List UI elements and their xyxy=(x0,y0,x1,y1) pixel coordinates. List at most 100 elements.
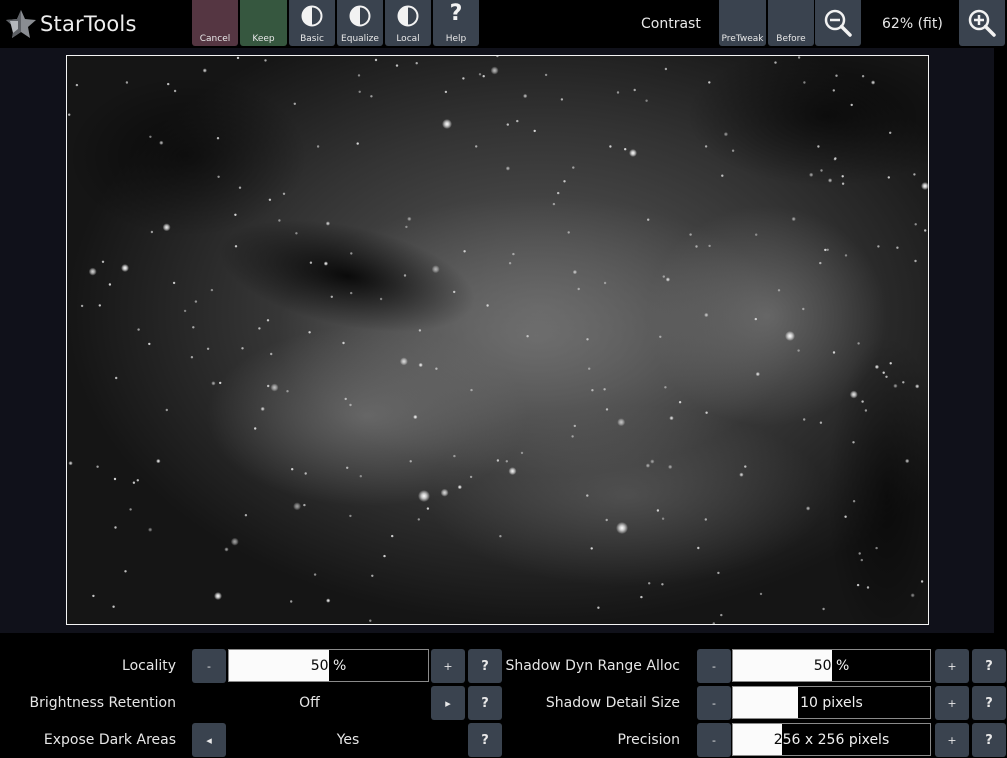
star xyxy=(417,518,420,521)
pretweak-button[interactable]: PreTweak xyxy=(719,0,766,46)
star xyxy=(661,583,664,586)
star xyxy=(844,254,848,257)
shadow-detail-size-decrease-button[interactable]: - xyxy=(697,686,731,720)
shadow-dyn-range-slider[interactable]: 50 % xyxy=(732,649,931,682)
star xyxy=(832,351,836,354)
star xyxy=(413,414,418,420)
star xyxy=(645,99,648,102)
brightness-retention-next-button[interactable]: ▸ xyxy=(431,686,465,720)
star xyxy=(885,375,888,378)
star xyxy=(759,592,763,596)
star xyxy=(882,371,885,374)
locality-help-button[interactable]: ? xyxy=(468,649,502,683)
star xyxy=(516,119,519,123)
shadow-dyn-range-increase-button[interactable]: + xyxy=(935,649,969,683)
cancel-button[interactable]: Cancel xyxy=(192,0,238,46)
brightness-retention-value: Off xyxy=(299,695,320,711)
star xyxy=(499,535,502,538)
star xyxy=(96,465,99,468)
star xyxy=(508,467,517,476)
precision-increase-button[interactable]: + xyxy=(935,723,969,757)
expose-dark-areas-prev-button[interactable]: ◂ xyxy=(192,723,226,757)
star xyxy=(824,248,827,252)
zoom-in-button[interactable] xyxy=(959,0,1005,46)
star xyxy=(508,262,512,265)
star xyxy=(463,250,466,253)
expose-dark-areas-help-button[interactable]: ? xyxy=(468,723,502,757)
star xyxy=(162,223,171,232)
star xyxy=(444,90,448,94)
star xyxy=(721,174,724,177)
star xyxy=(270,352,273,356)
keep-button[interactable]: Keep xyxy=(240,0,287,46)
precision-help-button[interactable]: ? xyxy=(972,723,1006,757)
brightness-retention-label: Brightness Retention xyxy=(29,695,176,711)
plus-icon: + xyxy=(443,659,453,673)
star xyxy=(190,356,194,359)
star xyxy=(609,145,612,148)
arrow-right-icon: ▸ xyxy=(445,696,451,710)
nebula-image[interactable] xyxy=(66,55,929,625)
local-button[interactable]: Local xyxy=(385,0,431,46)
star xyxy=(877,245,880,248)
star xyxy=(403,274,407,277)
star xyxy=(308,331,311,334)
basic-button[interactable]: Basic xyxy=(289,0,335,46)
star xyxy=(668,464,673,470)
star xyxy=(383,554,386,558)
star xyxy=(346,466,349,469)
star xyxy=(616,91,620,94)
star xyxy=(659,335,662,338)
locality-increase-button[interactable]: + xyxy=(431,649,465,683)
star xyxy=(920,580,924,583)
star xyxy=(113,477,117,481)
star xyxy=(803,418,806,421)
star xyxy=(544,73,548,77)
precision-value: 256 x 256 pixels xyxy=(773,731,890,748)
star xyxy=(379,297,383,301)
half-circle-contrast-icon xyxy=(397,5,419,27)
shadow-dyn-range-label: Shadow Dyn Range Alloc xyxy=(505,658,680,674)
equalize-button[interactable]: Equalize xyxy=(337,0,383,46)
shadow-detail-size-help-button[interactable]: ? xyxy=(972,686,1006,720)
precision-slider[interactable]: 256 x 256 pixels xyxy=(732,723,931,756)
locality-slider[interactable]: 50 % xyxy=(228,649,429,682)
star xyxy=(661,517,665,520)
star xyxy=(68,461,73,466)
expose-dark-areas-label: Expose Dark Areas xyxy=(43,732,176,748)
help-button[interactable]: ? Help xyxy=(433,0,479,46)
star xyxy=(572,269,578,275)
star xyxy=(405,225,408,229)
plus-icon: + xyxy=(947,696,957,710)
shadow-detail-size-label: Shadow Detail Size xyxy=(545,695,680,711)
star xyxy=(586,338,589,341)
precision-decrease-button[interactable]: - xyxy=(697,723,731,757)
star xyxy=(590,547,593,550)
precision-label: Precision xyxy=(617,732,680,748)
star xyxy=(369,619,372,622)
brightness-retention-help-button[interactable]: ? xyxy=(468,686,502,720)
shadow-detail-size-increase-button[interactable]: + xyxy=(935,686,969,720)
star xyxy=(605,408,609,411)
star xyxy=(505,460,508,463)
star xyxy=(755,233,758,236)
star xyxy=(210,288,214,292)
star xyxy=(852,441,855,444)
shadow-detail-size-slider[interactable]: 10 pixels xyxy=(732,686,931,719)
module-title: Contrast xyxy=(641,16,701,32)
zoom-out-button[interactable] xyxy=(815,0,861,46)
star xyxy=(260,406,265,412)
star xyxy=(148,527,153,532)
star xyxy=(426,507,430,510)
dark-lane xyxy=(67,76,307,236)
star xyxy=(597,606,600,609)
shadow-dyn-range-help-button[interactable]: ? xyxy=(972,649,1006,683)
star xyxy=(605,518,608,522)
shadow-dyn-range-decrease-button[interactable]: - xyxy=(697,649,731,683)
star xyxy=(861,400,864,403)
star xyxy=(704,312,709,318)
before-button[interactable]: Before xyxy=(768,0,814,46)
locality-decrease-button[interactable]: - xyxy=(192,649,226,683)
star xyxy=(841,175,844,178)
star xyxy=(219,381,222,385)
